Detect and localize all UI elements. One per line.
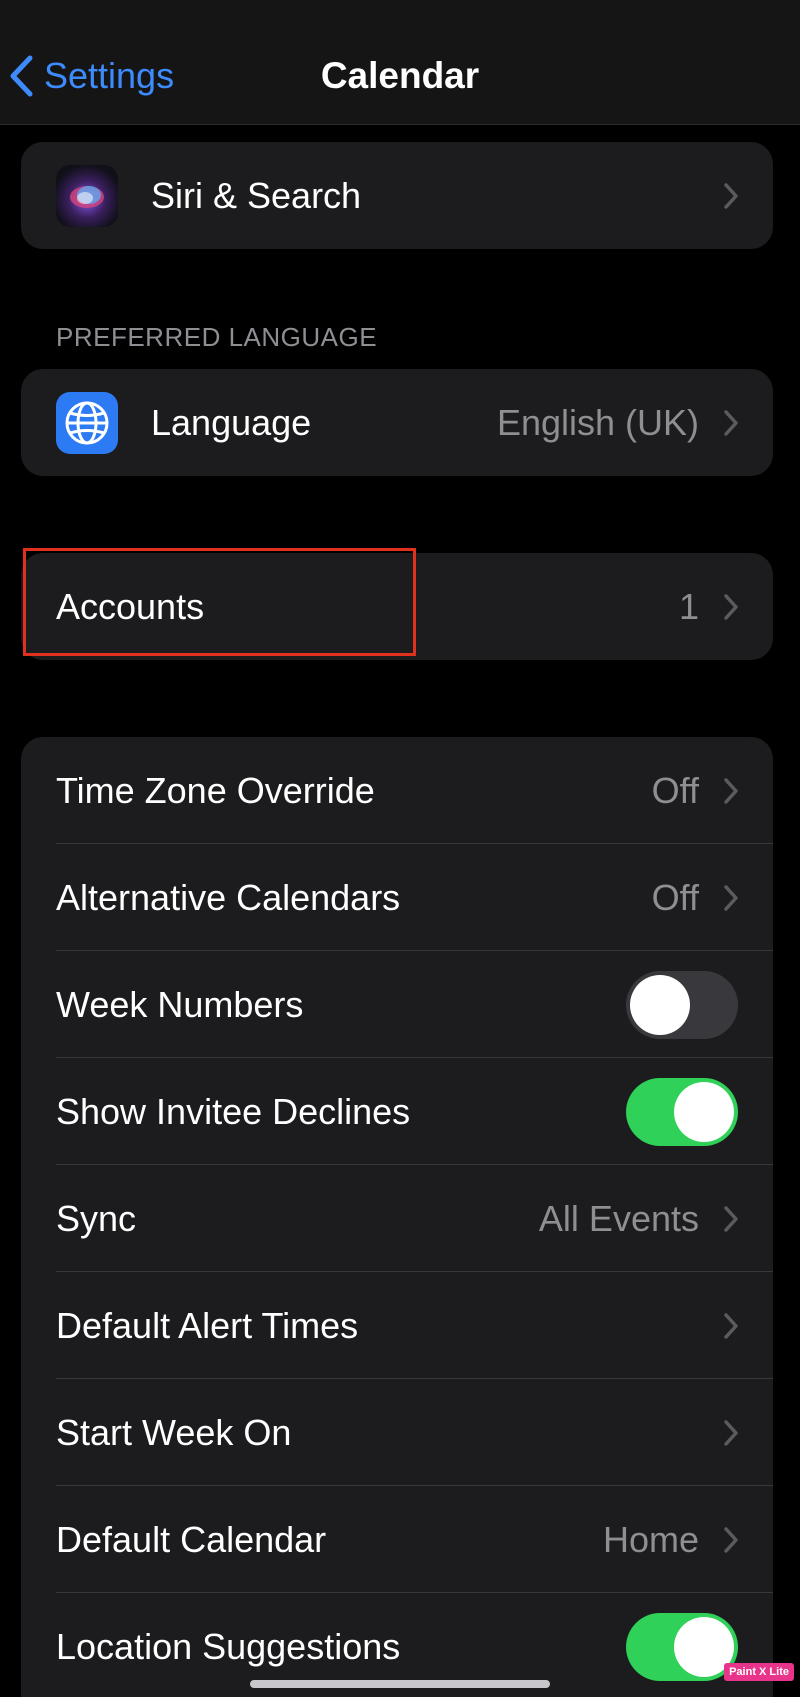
toggle-knob [630, 974, 690, 1035]
start-week-on-label: Start Week On [56, 1411, 292, 1453]
sync-value: All Events [538, 1197, 699, 1239]
show-invitee-declines-toggle[interactable] [626, 1077, 738, 1146]
chevron-right-icon [724, 1419, 738, 1446]
language-row[interactable]: Language English (UK) [21, 369, 773, 476]
time-zone-override-value: Off [651, 769, 699, 811]
chevron-right-icon [724, 777, 738, 804]
alternative-calendars-value: Off [651, 876, 699, 918]
language-group: Language English (UK) [21, 369, 773, 476]
globe-icon [56, 391, 118, 454]
time-zone-override-label: Time Zone Override [56, 769, 375, 811]
default-alert-times-label: Default Alert Times [56, 1304, 359, 1346]
week-numbers-label: Week Numbers [56, 983, 304, 1025]
sync-label: Sync [56, 1197, 137, 1239]
show-invitee-declines-label: Show Invitee Declines [56, 1090, 411, 1132]
chevron-right-icon [724, 884, 738, 911]
alternative-calendars-label: Alternative Calendars [56, 876, 401, 918]
watermark: Paint X Lite [724, 1663, 794, 1681]
week-numbers-toggle[interactable] [626, 970, 738, 1039]
chevron-right-icon [724, 1526, 738, 1553]
sync-row[interactable]: Sync All Events [21, 1165, 773, 1272]
siri-search-row[interactable]: Siri & Search [21, 142, 773, 249]
location-suggestions-label: Location Suggestions [56, 1625, 401, 1667]
default-calendar-value: Home [602, 1518, 699, 1560]
home-indicator [250, 1680, 550, 1688]
chevron-right-icon [724, 409, 738, 436]
week-numbers-row: Week Numbers [21, 951, 773, 1058]
location-suggestions-toggle[interactable] [626, 1612, 738, 1681]
language-label: Language [151, 401, 312, 443]
options-group: Time Zone Override Off Alternative Calen… [21, 737, 773, 1697]
accounts-count: 1 [678, 585, 699, 627]
show-invitee-declines-row: Show Invitee Declines [21, 1058, 773, 1165]
page-title: Calendar [320, 55, 480, 96]
accounts-label: Accounts [56, 585, 205, 627]
alternative-calendars-row[interactable]: Alternative Calendars Off [21, 844, 773, 951]
toggle-knob [674, 1081, 734, 1142]
siri-search-label: Siri & Search [151, 174, 362, 216]
accounts-group: Accounts 1 [21, 553, 773, 660]
chevron-right-icon [724, 1312, 738, 1339]
chevron-right-icon [724, 1205, 738, 1232]
preferred-language-header: PREFERRED LANGUAGE [56, 322, 378, 352]
navigation-bar: Settings Calendar [0, 0, 800, 125]
default-calendar-label: Default Calendar [56, 1518, 327, 1560]
chevron-right-icon [724, 182, 738, 209]
language-value: English (UK) [496, 401, 699, 443]
start-week-on-row[interactable]: Start Week On [21, 1379, 773, 1486]
time-zone-override-row[interactable]: Time Zone Override Off [21, 737, 773, 844]
chevron-right-icon [724, 593, 738, 620]
default-alert-times-row[interactable]: Default Alert Times [21, 1272, 773, 1379]
siri-search-group: Siri & Search [21, 142, 773, 249]
default-calendar-row[interactable]: Default Calendar Home [21, 1486, 773, 1593]
accounts-row[interactable]: Accounts 1 [21, 553, 773, 660]
siri-icon [56, 164, 118, 227]
